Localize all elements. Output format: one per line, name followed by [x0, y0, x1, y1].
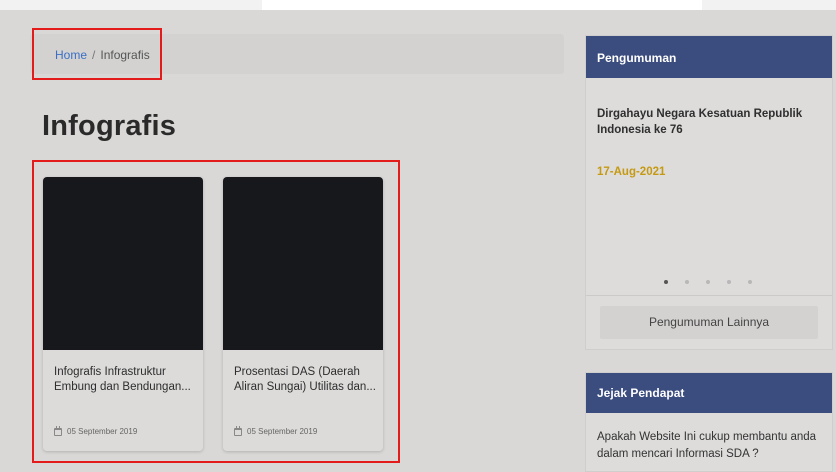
announcement-panel: Pengumuman Dirgahayu Negara Kesatuan Rep… [585, 35, 833, 350]
poll-header: Jejak Pendapat [586, 373, 832, 413]
breadcrumb-highlight-box [32, 28, 162, 80]
poll-panel: Jejak Pendapat Apakah Website Ini cukup … [585, 372, 833, 472]
page-title: Infografis [42, 110, 177, 142]
carousel-dots [664, 280, 752, 284]
carousel-dot[interactable] [685, 280, 689, 284]
panel-divider [586, 295, 832, 296]
announcement-item-title[interactable]: Dirgahayu Negara Kesatuan Republik Indon… [597, 106, 829, 138]
carousel-dot[interactable] [748, 280, 752, 284]
announcement-item-date: 17-Aug-2021 [597, 166, 666, 178]
top-strip-inner [262, 0, 702, 10]
carousel-dot[interactable] [727, 280, 731, 284]
announcement-header: Pengumuman [586, 36, 832, 78]
carousel-dot[interactable] [664, 280, 668, 284]
page: Home / Infografis Infografis Infografis In… [0, 0, 836, 472]
top-strip [0, 0, 836, 10]
more-announcements-button[interactable]: Pengumuman Lainnya [600, 306, 818, 339]
poll-question: Apakah Website Ini cukup membantu anda d… [597, 431, 817, 460]
cards-highlight-box [32, 160, 400, 463]
carousel-dot[interactable] [706, 280, 710, 284]
